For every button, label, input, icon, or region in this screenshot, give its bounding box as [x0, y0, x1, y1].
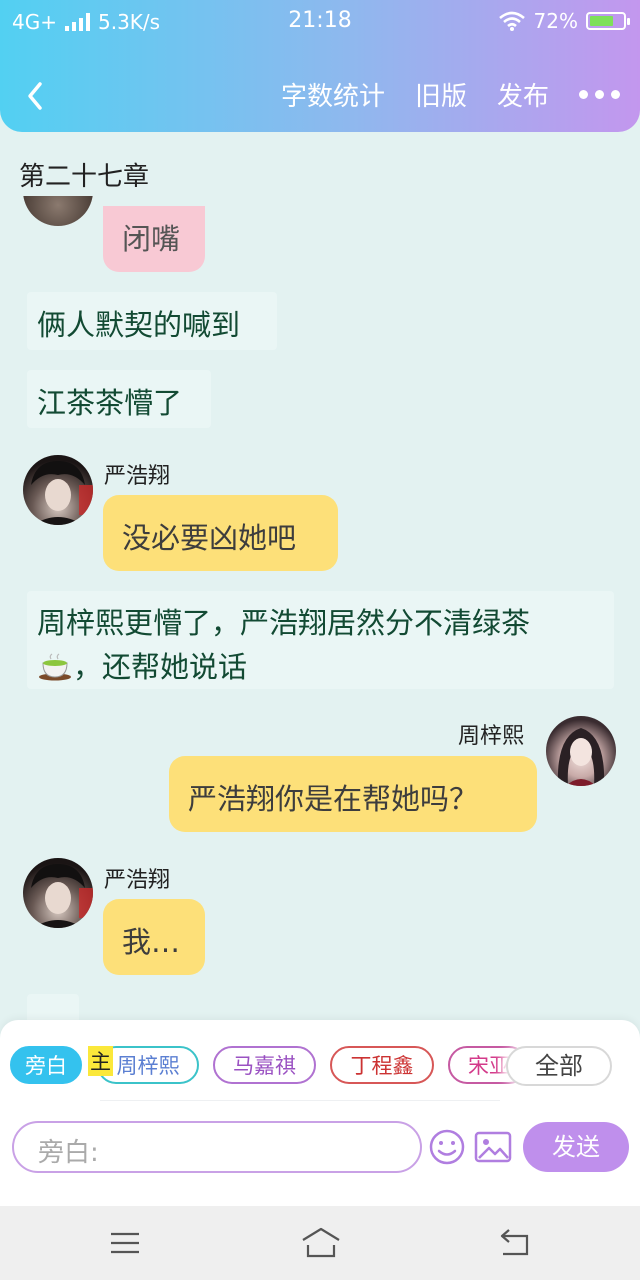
- character-chip-narrator[interactable]: 旁白: [10, 1046, 82, 1084]
- narration-text: 俩人默契的喊到: [37, 308, 241, 342]
- speaker-name: 周梓熙: [458, 724, 525, 749]
- message-bubble: 严浩翔你是在帮她吗？: [169, 756, 537, 832]
- character-chip-ding-chengxin[interactable]: 丁程鑫: [330, 1046, 434, 1084]
- menu-icon[interactable]: [107, 1226, 143, 1260]
- emoji-icon[interactable]: [428, 1128, 466, 1166]
- divider: [100, 1100, 500, 1101]
- message-text: 没必要凶她吧: [122, 521, 297, 555]
- speaker-name: 严浩翔: [104, 464, 171, 489]
- message-input[interactable]: 旁白:: [12, 1121, 422, 1173]
- system-nav-bar: [0, 1206, 640, 1280]
- narration-text: 周梓熙更懵了，严浩翔居然分不清绿茶: [37, 606, 531, 640]
- message-text: 闭嘴: [122, 222, 181, 256]
- narration: 江茶茶懵了: [27, 370, 211, 428]
- image-icon[interactable]: [474, 1131, 512, 1163]
- character-chip-ma-jiaqi[interactable]: 马嘉祺: [213, 1046, 316, 1084]
- avatar-yan-haoxiang[interactable]: [23, 455, 93, 525]
- message-bubble: 我…: [103, 899, 205, 975]
- avatar-zhou-zixi[interactable]: [546, 716, 616, 786]
- narration-text-continued: ，还帮她说话: [73, 650, 248, 684]
- send-button[interactable]: 发送: [523, 1122, 629, 1172]
- home-icon[interactable]: [300, 1226, 342, 1260]
- message-text: 严浩翔你是在帮她吗？: [188, 782, 479, 816]
- tea-icon: [39, 653, 71, 681]
- avatar[interactable]: [23, 196, 93, 226]
- narration: 周梓熙更懵了，严浩翔居然分不清绿茶 ，还帮她说话: [27, 591, 614, 689]
- message-text: 我…: [122, 925, 181, 959]
- all-characters-button[interactable]: 全部: [506, 1046, 612, 1086]
- narration: 俩人默契的喊到: [27, 292, 277, 350]
- main-character-badge: 主: [88, 1046, 113, 1076]
- narration-text: 江茶茶懵了: [37, 386, 183, 420]
- message-bubble: 闭嘴: [103, 206, 205, 272]
- back-nav-icon[interactable]: [497, 1226, 533, 1260]
- speaker-name: 严浩翔: [104, 868, 171, 893]
- message-bubble: 没必要凶她吧: [103, 495, 338, 571]
- avatar-yan-haoxiang[interactable]: [23, 858, 93, 928]
